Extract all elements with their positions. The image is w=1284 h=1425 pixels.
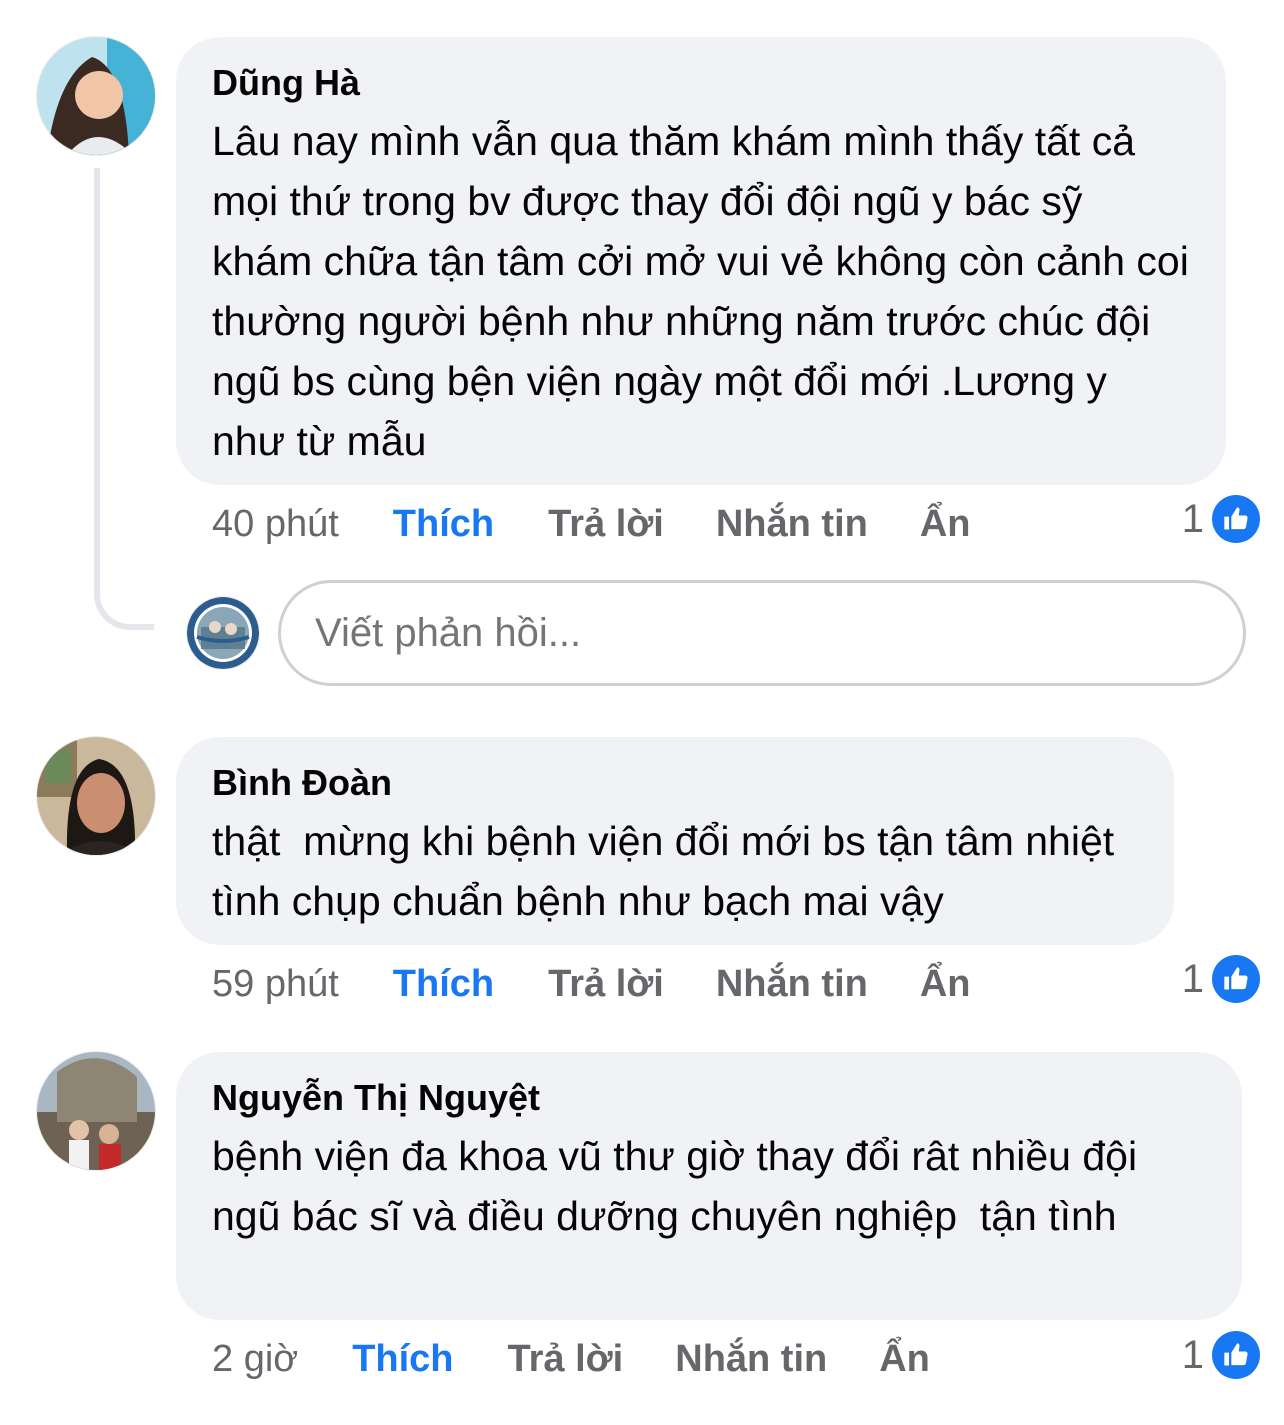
comment-bubble: Nguyễn Thị Nguyệt bệnh viện đa khoa vũ t… <box>176 1052 1242 1320</box>
avatar[interactable] <box>37 37 155 155</box>
comment-author[interactable]: Dũng Hà <box>212 61 1190 105</box>
comment-time[interactable]: 2 giờ <box>212 1338 298 1381</box>
comment-text: Lâu nay mình vẫn qua thăm khám mình thấy… <box>212 118 1201 464</box>
reaction-summary[interactable]: 1 <box>1182 494 1260 544</box>
comment-actions: 2 giờ Thích Trả lời Nhắn tin Ẩn <box>212 1334 930 1384</box>
like-button[interactable]: Thích <box>352 1338 453 1381</box>
message-button[interactable]: Nhắn tin <box>675 1338 827 1381</box>
comment-text: thật mừng khi bệnh viện đổi mới bs tận t… <box>212 818 1126 924</box>
like-reaction-icon <box>1212 955 1260 1003</box>
reply-button[interactable]: Trả lời <box>548 963 664 1006</box>
like-button[interactable]: Thích <box>393 503 494 546</box>
comment-time[interactable]: 59 phút <box>212 963 339 1006</box>
like-reaction-icon <box>1212 495 1260 543</box>
message-button[interactable]: Nhắn tin <box>716 503 868 546</box>
comment-author[interactable]: Nguyễn Thị Nguyệt <box>212 1076 1206 1120</box>
like-button[interactable]: Thích <box>393 963 494 1006</box>
hide-button[interactable]: Ẩn <box>879 1338 930 1381</box>
current-user-avatar <box>187 597 259 669</box>
hide-button[interactable]: Ẩn <box>920 503 971 546</box>
comment-text: bệnh viện đa khoa vũ thư giờ thay đổi râ… <box>212 1133 1149 1239</box>
reaction-count: 1 <box>1181 956 1204 1001</box>
hide-button[interactable]: Ẩn <box>920 963 971 1006</box>
reaction-count: 1 <box>1181 496 1204 541</box>
comment-bubble: Dũng Hà Lâu nay mình vẫn qua thăm khám m… <box>176 37 1226 485</box>
reaction-summary[interactable]: 1 <box>1182 1330 1260 1380</box>
comment-time[interactable]: 40 phút <box>212 503 339 546</box>
avatar[interactable] <box>37 1052 155 1170</box>
reply-thread-line <box>94 168 154 630</box>
avatar[interactable] <box>37 737 155 855</box>
reply-button[interactable]: Trả lời <box>548 503 664 546</box>
like-reaction-icon <box>1212 1331 1260 1379</box>
reaction-count: 1 <box>1181 1332 1204 1377</box>
comment-author[interactable]: Bình Đoàn <box>212 761 1138 805</box>
message-button[interactable]: Nhắn tin <box>716 963 868 1006</box>
reply-button[interactable]: Trả lời <box>508 1338 624 1381</box>
comment-actions: 40 phút Thích Trả lời Nhắn tin Ẩn <box>212 499 971 549</box>
reaction-summary[interactable]: 1 <box>1182 954 1260 1004</box>
comment-bubble: Bình Đoàn thật mừng khi bệnh viện đổi mớ… <box>176 737 1174 945</box>
comment-actions: 59 phút Thích Trả lời Nhắn tin Ẩn <box>212 959 971 1009</box>
reply-input[interactable] <box>278 580 1246 686</box>
